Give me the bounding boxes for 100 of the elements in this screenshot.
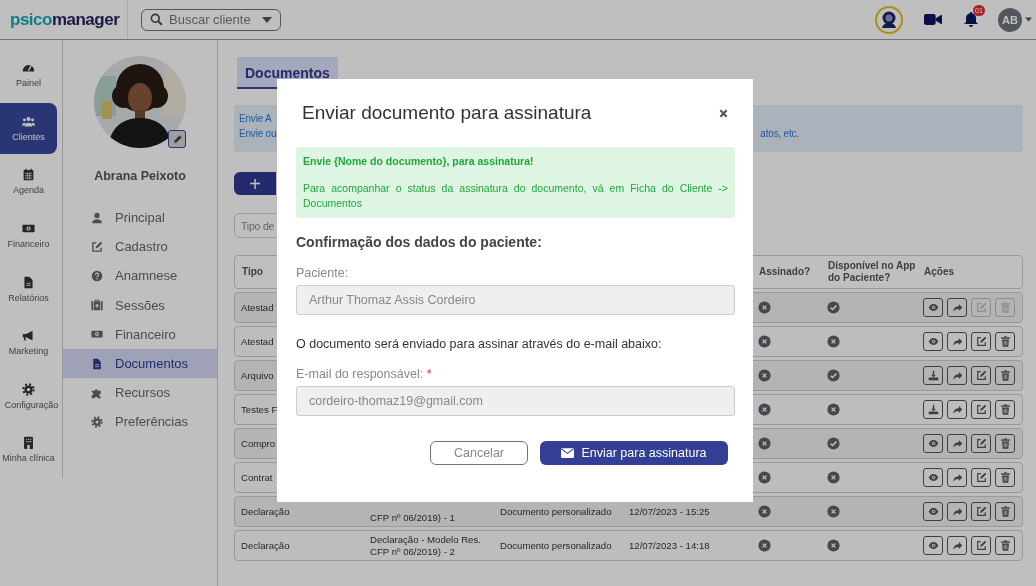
table-cell: Contrat bbox=[241, 472, 273, 483]
required-mark: * bbox=[426, 367, 432, 381]
share-arrow-icon bbox=[951, 302, 963, 313]
share-arrow-icon bbox=[951, 404, 963, 415]
trash-icon bbox=[999, 302, 1011, 313]
view-button[interactable] bbox=[923, 502, 943, 521]
edit-icon bbox=[91, 240, 103, 253]
share-arrow-icon bbox=[951, 472, 963, 483]
table-cell: Documento personalizado bbox=[500, 540, 612, 551]
share-button[interactable] bbox=[947, 298, 967, 317]
info-text: Envie ou bbox=[239, 128, 277, 139]
delete-button[interactable] bbox=[995, 332, 1015, 351]
edit-icon bbox=[975, 438, 987, 449]
share-button[interactable] bbox=[947, 332, 967, 351]
video-camera-icon[interactable] bbox=[924, 13, 942, 26]
column-header: Disponível no App do Paciente? bbox=[828, 260, 917, 284]
nav-rail-item[interactable]: Agenda bbox=[0, 156, 57, 208]
send-for-signature-button[interactable]: Enviar para assinatura bbox=[540, 441, 728, 465]
edit-photo-button[interactable] bbox=[168, 130, 186, 148]
delete-button[interactable] bbox=[995, 366, 1015, 385]
view-button[interactable] bbox=[923, 434, 943, 453]
nav-rail-item[interactable]: Configuração bbox=[0, 370, 57, 422]
building-icon bbox=[22, 436, 35, 450]
edit-icon bbox=[975, 472, 987, 483]
share-arrow-icon bbox=[951, 506, 963, 517]
view-button[interactable] bbox=[923, 332, 943, 351]
file-icon bbox=[91, 357, 103, 370]
delete-button[interactable] bbox=[995, 536, 1015, 555]
info-text: atos, etc. bbox=[760, 128, 799, 139]
delete-button[interactable] bbox=[995, 468, 1015, 487]
nav-rail-item[interactable]: Marketing bbox=[0, 317, 57, 369]
share-button[interactable] bbox=[947, 434, 967, 453]
profile-menu-item[interactable]: Recursos bbox=[63, 378, 217, 408]
alert-heading: Envie {Nome do documento}, para assinatura! bbox=[303, 155, 535, 167]
download-button[interactable] bbox=[923, 366, 943, 385]
share-button[interactable] bbox=[947, 400, 967, 419]
nav-rail-item[interactable]: Painel bbox=[0, 49, 57, 101]
view-button[interactable] bbox=[923, 468, 943, 487]
logo[interactable]: psicomanager bbox=[10, 9, 120, 30]
view-button[interactable] bbox=[923, 298, 943, 317]
edit-button[interactable] bbox=[971, 400, 991, 419]
table-cell: Declaração bbox=[241, 540, 290, 551]
share-button[interactable] bbox=[947, 502, 967, 521]
settings-icon bbox=[91, 415, 103, 428]
nav-rail-item[interactable]: Relatórios bbox=[0, 263, 57, 315]
download-icon bbox=[927, 370, 939, 381]
edit-button[interactable] bbox=[971, 468, 991, 487]
table-cell: Arquivo bbox=[241, 370, 274, 381]
edit-button[interactable] bbox=[971, 366, 991, 385]
profile-menu-item[interactable]: Anamnese bbox=[63, 261, 217, 291]
alert-text: Para acompanhar o status da assinatura do documento, vá em Ficha do Cliente -> Documentos bbox=[303, 181, 728, 211]
edit-button[interactable] bbox=[971, 434, 991, 453]
section-title: Confirmação dos dados do paciente: bbox=[296, 234, 543, 250]
table-cell: CFP nº 06/2019) - 1 bbox=[370, 512, 455, 524]
edit-button[interactable] bbox=[971, 332, 991, 351]
question-icon bbox=[91, 269, 103, 282]
column-header: Tipo bbox=[242, 266, 263, 278]
user-avatar[interactable]: AB bbox=[998, 7, 1022, 32]
field-label: E-mail do responsável: bbox=[296, 367, 424, 381]
trash-icon bbox=[999, 472, 1011, 483]
pencil-icon bbox=[171, 133, 183, 145]
edit-icon bbox=[975, 540, 987, 551]
column-header: Assinado? bbox=[759, 266, 811, 278]
table-cell: Documento personalizado bbox=[500, 506, 612, 517]
astronaut-badge-icon[interactable] bbox=[875, 5, 903, 34]
envelope-icon bbox=[561, 448, 575, 458]
add-document-button[interactable]: + bbox=[234, 172, 276, 195]
profile-menu-item[interactable]: Cadastro bbox=[63, 232, 217, 262]
view-button[interactable] bbox=[923, 536, 943, 555]
eye-icon bbox=[927, 336, 939, 347]
nav-rail-item[interactable]: Minha clínica bbox=[0, 424, 57, 476]
delete-button[interactable] bbox=[995, 434, 1015, 453]
trash-icon bbox=[999, 438, 1011, 449]
client-name: Abrana Peixoto bbox=[94, 169, 186, 183]
caret-icon[interactable] bbox=[1025, 17, 1032, 22]
delete-button[interactable] bbox=[995, 502, 1015, 521]
delete-button[interactable] bbox=[995, 400, 1015, 419]
field-label: Paciente: bbox=[296, 266, 350, 280]
profile-menu-item[interactable]: Financeiro bbox=[63, 319, 217, 349]
search-icon bbox=[150, 13, 163, 26]
edit-button[interactable] bbox=[971, 502, 991, 521]
file-icon bbox=[22, 275, 35, 289]
nav-rail-item[interactable]: Clientes bbox=[0, 102, 57, 154]
profile-menu-item[interactable]: Preferências bbox=[63, 407, 217, 437]
profile-menu-item[interactable]: Documentos bbox=[63, 348, 217, 379]
share-button[interactable] bbox=[947, 536, 967, 555]
nav-rail-item[interactable]: Financeiro bbox=[0, 209, 57, 261]
client-search-dropdown[interactable]: Buscar cliente bbox=[141, 8, 281, 31]
share-arrow-icon bbox=[951, 370, 963, 381]
share-button[interactable] bbox=[947, 366, 967, 385]
profile-menu-item[interactable]: Principal bbox=[63, 203, 217, 233]
close-icon[interactable] bbox=[719, 108, 728, 118]
download-button[interactable] bbox=[923, 400, 943, 419]
share-button[interactable] bbox=[947, 468, 967, 487]
cancel-button[interactable]: Cancelar bbox=[430, 441, 528, 465]
trash-icon bbox=[999, 506, 1011, 517]
puzzle-icon bbox=[91, 386, 103, 399]
profile-menu-item[interactable]: Sessões bbox=[63, 290, 217, 320]
edit-button[interactable] bbox=[971, 536, 991, 555]
share-arrow-icon bbox=[951, 336, 963, 347]
